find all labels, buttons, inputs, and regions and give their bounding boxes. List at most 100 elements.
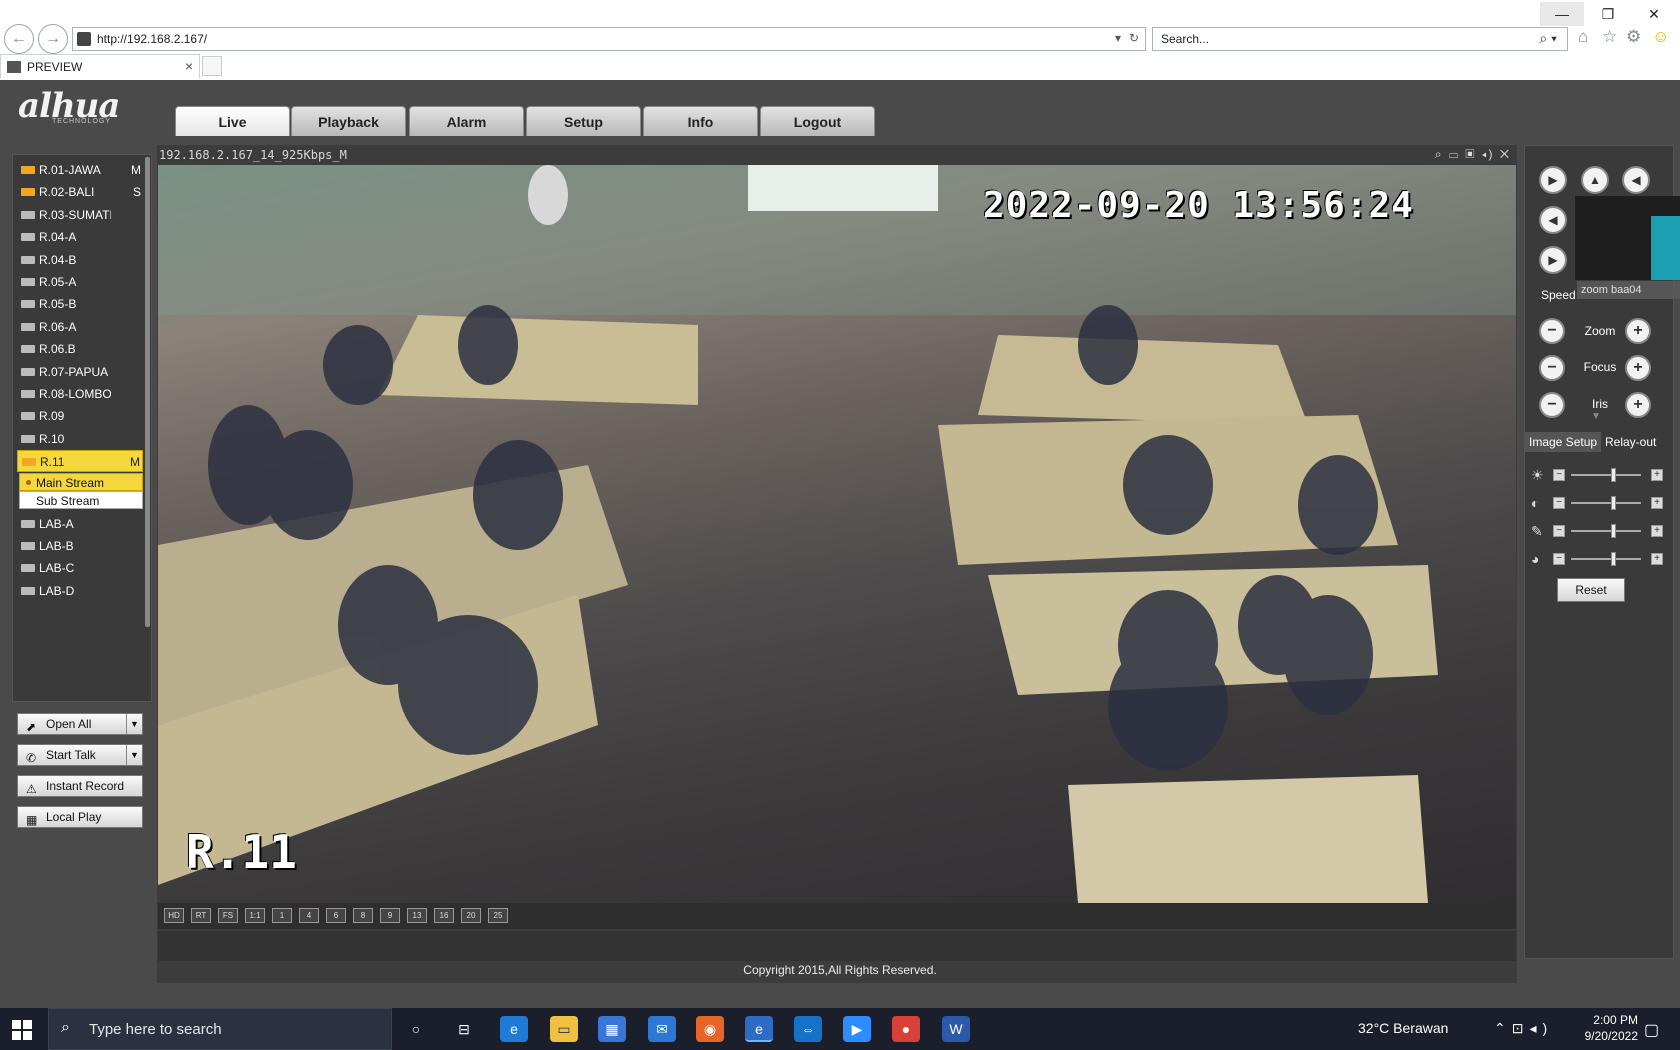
tab-info[interactable]: Info: [643, 106, 758, 136]
focus-far-button[interactable]: +: [1625, 355, 1651, 381]
channel-item[interactable]: R.05-A: [17, 271, 143, 293]
notification-icon[interactable]: ▢: [1644, 1020, 1659, 1040]
slider-track[interactable]: [1571, 530, 1641, 532]
channel-item[interactable]: LAB-A: [17, 513, 143, 535]
ptz-up-icon[interactable]: ▲: [1581, 166, 1609, 194]
local-play-button[interactable]: ▦ Local Play: [17, 806, 143, 828]
sub-stream-option[interactable]: Sub Stream: [19, 490, 143, 509]
channel-item[interactable]: LAB-D: [17, 580, 143, 602]
ptz-up-right-icon[interactable]: ◀: [1622, 166, 1650, 194]
teamviewer-icon[interactable]: ⇔: [794, 1016, 822, 1042]
close-window-button[interactable]: ✕: [1632, 2, 1676, 26]
layout-btn-ratio[interactable]: 1:1: [245, 908, 265, 923]
minimize-button[interactable]: —: [1540, 2, 1584, 26]
start-talk-dropdown-icon[interactable]: ▼: [126, 745, 142, 765]
slider-thumb[interactable]: [1611, 496, 1616, 510]
slider-increase-button[interactable]: +: [1651, 469, 1663, 481]
tab-live[interactable]: Live: [175, 106, 290, 136]
channel-item[interactable]: R.10: [17, 428, 143, 450]
channel-item[interactable]: R.01-JAWA M: [17, 159, 143, 181]
layout-btn-16[interactable]: 16: [434, 908, 454, 923]
url-text[interactable]: http://192.168.2.167/: [97, 32, 207, 46]
zoom-in-button[interactable]: +: [1625, 318, 1651, 344]
edge-icon[interactable]: e: [500, 1016, 528, 1042]
store-icon[interactable]: ▦: [598, 1016, 626, 1042]
open-all-button[interactable]: ⬈ Open All ▼: [17, 713, 143, 735]
taskbar-clock[interactable]: 2:00 PM 9/20/2022: [1568, 1012, 1638, 1044]
tab-setup[interactable]: Setup: [526, 106, 641, 136]
restore-button[interactable]: ❐: [1586, 2, 1630, 26]
weather-widget[interactable]: 32°C Berawan: [1358, 1020, 1448, 1036]
layout-btn-4[interactable]: 4: [299, 908, 319, 923]
channel-item[interactable]: R.04-B: [17, 249, 143, 271]
settings-gear-icon[interactable]: ⚙: [1626, 27, 1641, 47]
layout-btn-fullscreen[interactable]: FS: [218, 908, 238, 923]
feedback-smiley-icon[interactable]: ☺: [1652, 27, 1669, 47]
zoom-icon[interactable]: ▶: [843, 1016, 871, 1042]
slider-decrease-button[interactable]: −: [1553, 525, 1565, 537]
search-icon[interactable]: ⌕ ▾: [1539, 30, 1557, 47]
slider-thumb[interactable]: [1611, 552, 1616, 566]
live-video-feed[interactable]: 2022-09-20 13:56:24 R.11: [158, 165, 1516, 903]
video-window-tools[interactable]: ⌕ ▭ ▣ ◂) ✕: [1435, 147, 1511, 162]
channel-item[interactable]: R.04-A: [17, 226, 143, 248]
open-all-dropdown-icon[interactable]: ▼: [126, 714, 142, 734]
slider-thumb[interactable]: [1611, 468, 1616, 482]
channel-item[interactable]: R.06.B: [17, 338, 143, 360]
ptz-down-left-icon[interactable]: ▶: [1539, 246, 1567, 274]
firefox-icon[interactable]: ◉: [696, 1016, 724, 1042]
taskbar-search-input[interactable]: ⌕ Type here to search: [48, 1008, 392, 1050]
slider-increase-button[interactable]: +: [1651, 525, 1663, 537]
tab-relay-out[interactable]: Relay-out: [1601, 432, 1660, 452]
instant-record-button[interactable]: ⚠ Instant Record: [17, 775, 143, 797]
internet-explorer-icon[interactable]: e: [745, 1016, 773, 1042]
refresh-icon[interactable]: ↻: [1129, 31, 1139, 45]
ptz-up-left-icon[interactable]: ▶: [1539, 166, 1567, 194]
channel-item[interactable]: R.09: [17, 405, 143, 427]
channel-item[interactable]: R.08-LOMBOK: [17, 383, 143, 405]
home-icon[interactable]: ⌂: [1578, 27, 1588, 47]
slider-decrease-button[interactable]: −: [1553, 497, 1565, 509]
slider-decrease-button[interactable]: −: [1553, 553, 1565, 565]
layout-btn-hd[interactable]: HD: [164, 908, 184, 923]
cortana-icon[interactable]: ○: [402, 1016, 430, 1042]
slider-increase-button[interactable]: +: [1651, 553, 1663, 565]
channel-item[interactable]: R.07-PAPUA: [17, 361, 143, 383]
layout-btn-8[interactable]: 8: [353, 908, 373, 923]
layout-btn-13[interactable]: 13: [407, 908, 427, 923]
slider-track[interactable]: [1571, 558, 1641, 560]
channel-item[interactable]: R.02-BALI S: [17, 181, 143, 203]
layout-btn-1[interactable]: 1: [272, 908, 292, 923]
favorites-star-icon[interactable]: ☆: [1602, 27, 1617, 47]
slider-increase-button[interactable]: +: [1651, 497, 1663, 509]
address-bar[interactable]: http://192.168.2.167/ ▾ ↻: [72, 27, 1146, 51]
channel-scrollbar[interactable]: [145, 157, 150, 627]
layout-btn-20[interactable]: 20: [461, 908, 481, 923]
channel-item[interactable]: R.03-SUMATERA: [17, 204, 143, 226]
start-windows-icon[interactable]: [12, 1020, 32, 1040]
word-icon[interactable]: W: [942, 1016, 970, 1042]
slider-thumb[interactable]: [1611, 524, 1616, 538]
reset-button[interactable]: Reset: [1557, 578, 1625, 602]
start-talk-button[interactable]: ✆ Start Talk ▼: [17, 744, 143, 766]
task-view-icon[interactable]: ⊟: [450, 1016, 478, 1042]
tab-image-setup[interactable]: Image Setup: [1525, 432, 1602, 452]
tab-playback[interactable]: Playback: [291, 106, 406, 136]
browser-tab-preview[interactable]: PREVIEW ×: [0, 54, 200, 78]
channel-item[interactable]: R.06-A: [17, 316, 143, 338]
back-icon[interactable]: ←: [4, 24, 34, 54]
tab-close-icon[interactable]: ×: [185, 58, 193, 74]
channel-item[interactable]: R.05-B: [17, 293, 143, 315]
new-tab-button[interactable]: [202, 56, 222, 76]
browser-search-input[interactable]: Search... ⌕ ▾: [1152, 27, 1568, 51]
channel-item[interactable]: LAB-C: [17, 557, 143, 579]
slider-track[interactable]: [1571, 502, 1641, 504]
layout-btn-6[interactable]: 6: [326, 908, 346, 923]
iris-open-button[interactable]: +: [1625, 392, 1651, 418]
system-tray-icons[interactable]: ⌃⊡◂): [1494, 1020, 1553, 1037]
slider-track[interactable]: [1571, 474, 1641, 476]
mail-icon[interactable]: ✉: [648, 1016, 676, 1042]
tab-logout[interactable]: Logout: [760, 106, 875, 136]
channel-item[interactable]: R.11 M: [17, 450, 143, 473]
address-dropdown-icon[interactable]: ▾: [1115, 31, 1121, 45]
